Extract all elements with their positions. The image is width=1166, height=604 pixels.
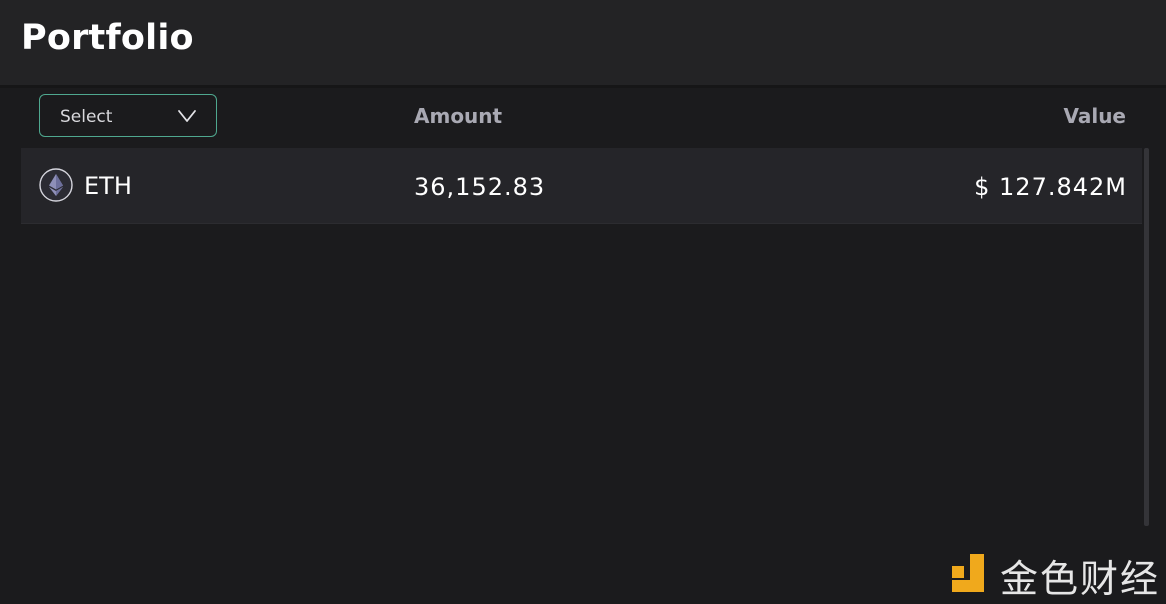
portfolio-page: Portfolio Select Amount Value ETH 36,152…	[0, 0, 1166, 604]
page-header: Portfolio	[0, 0, 1166, 85]
scrollbar[interactable]	[1144, 148, 1149, 526]
asset-select-dropdown[interactable]: Select	[39, 94, 217, 137]
coin-value: $ 127.842M	[974, 173, 1127, 201]
chevron-down-icon	[178, 110, 196, 122]
coin-amount: 36,152.83	[414, 173, 546, 201]
watermark: 金色财经	[946, 546, 1162, 601]
eth-icon	[39, 168, 73, 202]
column-header-value[interactable]: Value	[1063, 104, 1126, 128]
coin-symbol: ETH	[84, 172, 132, 200]
page-title: Portfolio	[21, 18, 194, 58]
select-label: Select	[60, 107, 113, 127]
watermark-text: 金色财经	[1000, 557, 1161, 601]
header-divider	[0, 85, 1166, 88]
column-header-amount[interactable]: Amount	[414, 104, 502, 128]
table-row[interactable]: ETH 36,152.83 $ 127.842M	[21, 148, 1142, 224]
jinse-logo-icon	[952, 554, 984, 592]
